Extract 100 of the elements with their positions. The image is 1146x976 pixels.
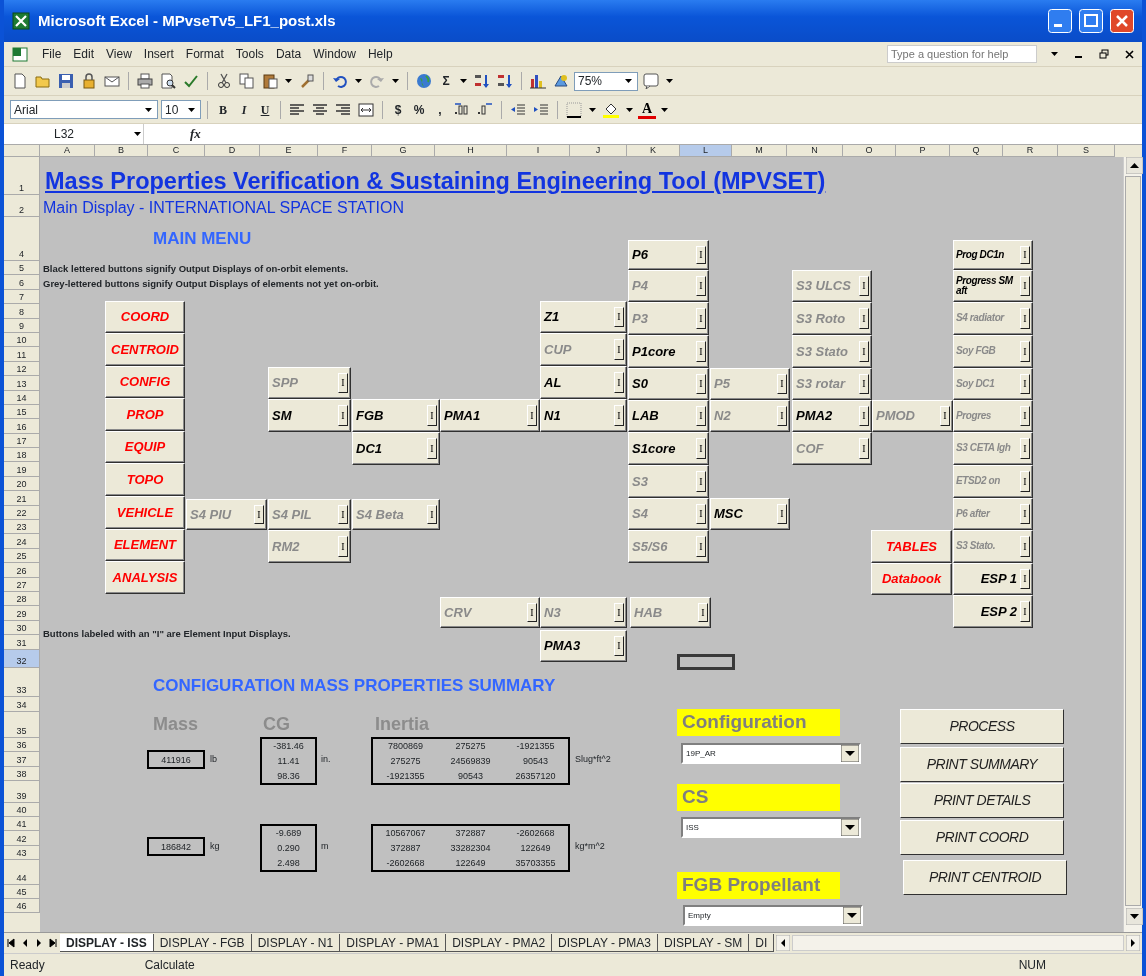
input-button[interactable]: I (696, 308, 706, 329)
maximize-button[interactable] (1079, 9, 1103, 33)
brush-icon[interactable] (299, 73, 315, 89)
input-button[interactable]: I (696, 438, 706, 459)
format-button[interactable]: I (235, 99, 253, 120)
zoom-dropdown[interactable]: 75% (574, 71, 638, 91)
undo-icon[interactable] (332, 73, 348, 89)
input-button[interactable]: I (1020, 601, 1030, 622)
action-button[interactable]: PRINT COORD (900, 820, 1064, 855)
input-button[interactable]: I (527, 603, 537, 622)
align-left-icon[interactable] (289, 101, 305, 118)
scissors-icon[interactable] (216, 73, 232, 89)
input-button[interactable]: I (777, 406, 787, 426)
sheet-tab[interactable]: DISPLAY - N1 (251, 934, 341, 952)
scrollbar-thumb[interactable] (1125, 176, 1141, 906)
printer-icon[interactable] (137, 73, 153, 89)
scroll-left-icon[interactable] (776, 935, 791, 951)
scroll-down-icon[interactable] (1126, 908, 1143, 925)
paste-icon[interactable] (262, 73, 278, 89)
input-button[interactable]: I (614, 405, 624, 426)
menu-item[interactable]: File (42, 45, 62, 63)
input-button[interactable]: I (338, 505, 348, 524)
input-button[interactable]: I (1020, 471, 1030, 492)
increase-decimal-icon[interactable] (454, 101, 470, 118)
sheet-tab[interactable]: DISPLAY - ISS (60, 934, 154, 952)
menu-item[interactable]: Format (185, 45, 224, 63)
input-button[interactable]: I (696, 276, 706, 296)
input-button[interactable]: I (614, 339, 624, 360)
input-button[interactable]: I (427, 505, 437, 524)
scroll-up-icon[interactable] (1126, 157, 1143, 174)
input-button[interactable]: I (859, 341, 869, 362)
input-button[interactable]: I (1020, 536, 1030, 557)
menu-item[interactable]: Insert (143, 45, 174, 63)
input-button[interactable]: I (1020, 374, 1030, 394)
input-button[interactable]: I (614, 636, 624, 656)
dropdown-arrow-icon[interactable] (843, 907, 861, 924)
input-button[interactable]: I (696, 504, 706, 524)
input-button[interactable]: I (859, 308, 869, 329)
input-button[interactable]: I (338, 405, 348, 426)
input-button[interactable]: I (696, 536, 706, 557)
sheet-tab[interactable]: DI (749, 934, 775, 952)
bar-chart-icon[interactable] (530, 73, 546, 89)
input-button[interactable]: I (527, 405, 537, 426)
action-button[interactable]: PRINT CENTROID (903, 860, 1067, 895)
input-button[interactable]: I (698, 603, 708, 622)
merge-cells-icon[interactable] (358, 101, 374, 118)
dropdown[interactable]: Empty (683, 905, 863, 926)
input-button[interactable]: I (777, 504, 787, 524)
close-icon[interactable] (1125, 49, 1134, 59)
caret-icon[interactable] (666, 79, 673, 83)
input-button[interactable]: I (859, 406, 869, 426)
fill-color-icon[interactable] (603, 101, 619, 118)
input-button[interactable]: I (1020, 438, 1030, 459)
open-folder-icon[interactable] (35, 73, 51, 89)
caret-icon[interactable] (1051, 52, 1058, 56)
input-button[interactable]: I (427, 438, 437, 459)
input-button[interactable]: I (338, 536, 348, 557)
spelling-icon[interactable] (183, 73, 199, 89)
menu-item[interactable]: View (106, 45, 132, 63)
align-center-icon[interactable] (312, 101, 328, 118)
input-button[interactable]: I (1020, 406, 1030, 426)
font-size-dropdown[interactable]: 10 (161, 100, 201, 119)
minimize-button[interactable] (1048, 9, 1072, 33)
column-header[interactable]: L (680, 145, 732, 157)
menu-item[interactable]: Tools (235, 45, 264, 63)
caret-icon[interactable] (285, 79, 292, 83)
sheet-tab[interactable]: DISPLAY - PMA2 (446, 934, 553, 952)
input-button[interactable]: I (1020, 341, 1030, 362)
copy-icon[interactable] (239, 73, 255, 89)
drawing-icon[interactable] (553, 73, 569, 89)
action-button[interactable]: PROCESS (900, 709, 1064, 744)
caret-icon[interactable] (145, 107, 152, 112)
tab-scroll-icon[interactable] (34, 937, 44, 949)
caret-icon[interactable] (589, 107, 596, 112)
mail-icon[interactable] (104, 73, 120, 89)
workbook-icon[interactable] (12, 46, 28, 62)
sheet-tab[interactable]: DISPLAY - PMA1 (340, 934, 447, 952)
input-button[interactable]: I (859, 374, 869, 394)
input-button[interactable]: I (338, 373, 348, 393)
dropdown-arrow-icon[interactable] (841, 819, 859, 836)
menu-item[interactable]: Edit (73, 45, 95, 63)
caret-icon[interactable] (392, 79, 399, 83)
caret-icon[interactable] (134, 132, 141, 136)
tab-scroll-icon[interactable] (48, 937, 58, 949)
input-button[interactable]: I (696, 406, 706, 426)
decrease-decimal-icon[interactable] (477, 101, 493, 118)
sheet-tab[interactable]: DISPLAY - FGB (153, 934, 252, 952)
input-button[interactable]: I (859, 276, 869, 296)
dropdown[interactable]: ISS (681, 817, 861, 838)
menu-item[interactable]: Window (313, 45, 356, 63)
dropdown[interactable]: 19P_AR (681, 743, 861, 764)
input-button[interactable]: I (940, 406, 950, 426)
sort-descending-icon[interactable] (497, 73, 513, 89)
dropdown-arrow-icon[interactable] (841, 745, 859, 762)
input-button[interactable]: I (777, 374, 787, 394)
caret-icon[interactable] (625, 79, 632, 83)
format-button[interactable]: B (214, 99, 232, 120)
indent-icon[interactable] (533, 101, 549, 118)
new-document-icon[interactable] (12, 73, 28, 89)
menu-item[interactable]: Help (367, 45, 393, 63)
